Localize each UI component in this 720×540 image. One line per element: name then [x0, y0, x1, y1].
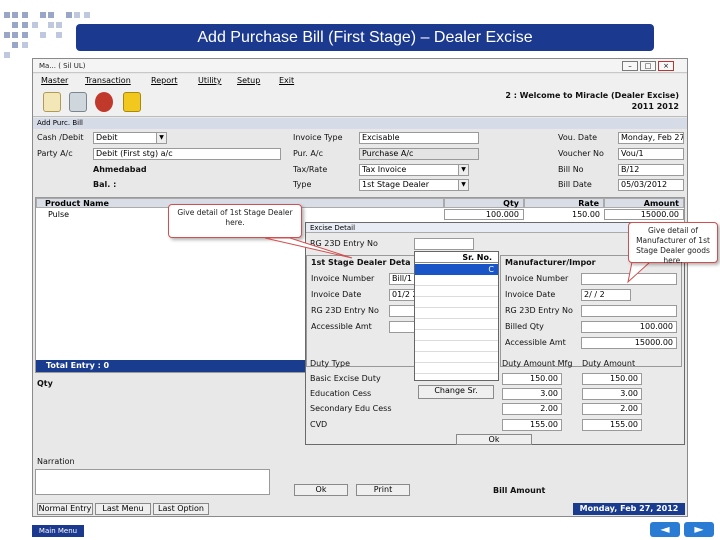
- callout-manufacturer-text: Give detail of Manufacturer of 1st Stage…: [636, 226, 710, 265]
- main-menu-button[interactable]: Main Menu: [32, 525, 84, 537]
- prev-slide-button[interactable]: ◄: [650, 522, 680, 537]
- callout-pointer-manufacturer: [627, 261, 652, 284]
- next-slide-button[interactable]: ►: [684, 522, 714, 537]
- callout-manufacturer: Give detail of Manufacturer of 1st Stage…: [628, 222, 718, 265]
- callout-pointers: [264, 237, 652, 284]
- callout-pointer-first-stage: [264, 237, 353, 259]
